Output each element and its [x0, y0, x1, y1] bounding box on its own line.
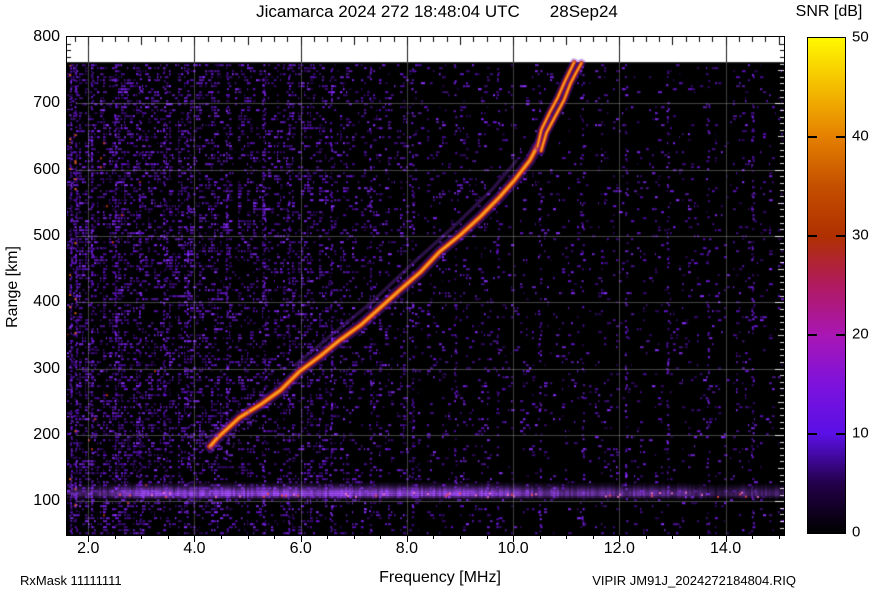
x-minor-tick: [779, 536, 780, 539]
y-axis-label: Range [km]: [4, 246, 21, 328]
colorbar-tick-mark: [836, 235, 845, 237]
colorbar-tick-label: 10: [852, 424, 869, 442]
x-tick-label: 14.0: [709, 540, 742, 557]
x-minor-tick: [168, 536, 169, 539]
x-minor-tick: [141, 536, 142, 539]
chart-date: 28Sep24: [549, 2, 618, 21]
x-minor-tick: [513, 536, 514, 542]
x-minor-tick: [327, 536, 328, 539]
x-minor-tick: [672, 536, 673, 539]
y-tick-label: 700: [33, 94, 60, 112]
x-minor-tick: [115, 536, 116, 539]
y-tick-label: 400: [33, 293, 60, 311]
x-minor-tick: [433, 536, 434, 539]
chart-title-row: Jicamarca 2024 272 18:48:04 UTC 28Sep24: [0, 2, 874, 22]
y-tick-label: 300: [33, 359, 60, 377]
x-minor-tick: [566, 536, 567, 539]
x-tick-label: 12.0: [603, 540, 635, 557]
colorbar-tick-mark: [808, 235, 817, 237]
colorbar: [807, 37, 846, 534]
ionogram-plot: [67, 37, 784, 535]
x-minor-tick: [407, 536, 408, 542]
x-minor-tick: [646, 536, 647, 539]
colorbar-tick-mark: [836, 334, 845, 336]
colorbar-tick-mark: [836, 433, 845, 435]
colorbar-tick-mark: [808, 334, 817, 336]
colorbar-tick-mark: [808, 433, 817, 435]
x-minor-tick: [487, 536, 488, 539]
colorbar-tick-label: 50: [852, 28, 869, 46]
x-minor-tick: [619, 536, 620, 542]
x-tick-label: 2.0: [77, 540, 100, 557]
x-minor-tick: [380, 536, 381, 539]
x-minor-tick: [274, 536, 275, 539]
x-minor-tick: [699, 536, 700, 539]
colorbar-tick-mark: [836, 136, 845, 138]
chart-title: Jicamarca 2024 272 18:48:04 UTC: [256, 2, 520, 21]
x-minor-tick: [354, 536, 355, 539]
x-minor-tick: [301, 536, 302, 542]
y-tick-label: 500: [33, 226, 60, 244]
x-minor-tick: [540, 536, 541, 539]
colorbar-title: SNR [dB]: [795, 3, 863, 20]
file-id-label: VIPIR JM91J_2024272184804.RIQ: [592, 573, 796, 588]
x-tick-label: 4.0: [183, 540, 206, 557]
colorbar-tick-label: 0: [852, 523, 861, 541]
rxmask-label: RxMask 11111111: [20, 573, 122, 588]
x-minor-tick: [726, 536, 727, 542]
x-tick-label: 8.0: [395, 540, 419, 557]
x-minor-tick: [88, 536, 89, 542]
y-tick-label: 800: [33, 28, 60, 45]
colorbar-tick-label: 20: [852, 325, 869, 343]
colorbar-tick-mark: [808, 136, 817, 138]
x-minor-tick: [752, 536, 753, 539]
x-minor-tick: [248, 536, 249, 539]
x-minor-tick: [221, 536, 222, 539]
y-tick-label: 100: [33, 492, 60, 510]
x-tick-label: 10.0: [497, 540, 529, 557]
colorbar-gradient: [808, 38, 845, 533]
colorbar-tick-label: 30: [852, 226, 869, 244]
y-tick-label: 600: [33, 160, 60, 178]
ionogram-page: Jicamarca 2024 272 18:48:04 UTC 28Sep24 S…: [0, 0, 874, 595]
y-tick-label: 200: [33, 425, 60, 443]
x-tick-label: 6.0: [289, 540, 312, 557]
x-minor-tick: [194, 536, 195, 542]
colorbar-tick-label: 40: [852, 127, 869, 145]
x-minor-tick: [593, 536, 594, 539]
x-minor-tick: [460, 536, 461, 539]
